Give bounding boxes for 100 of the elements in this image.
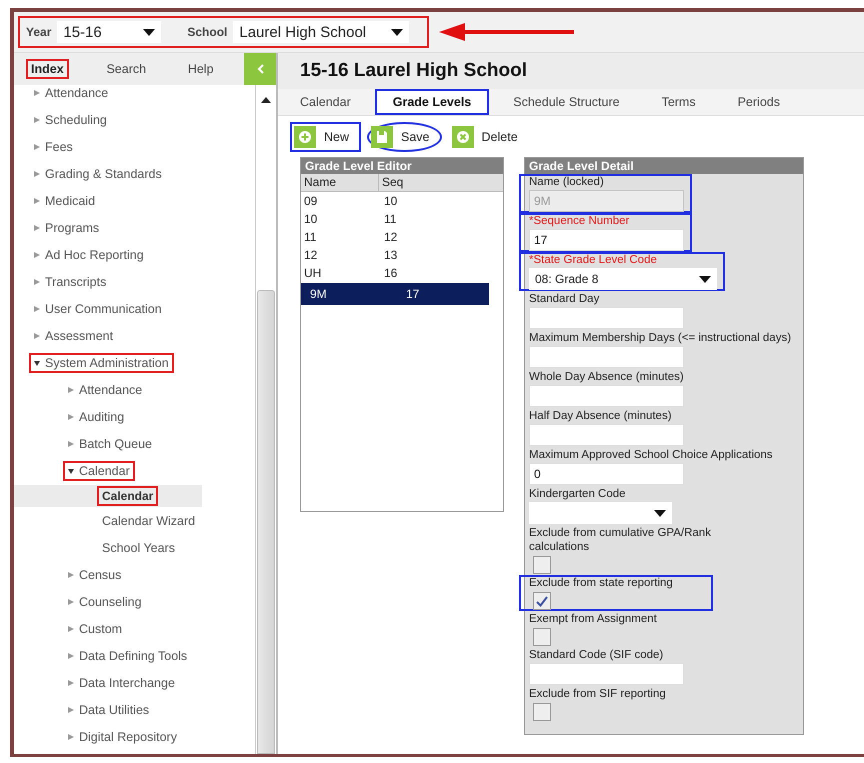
highlight-frame: Calendar — [97, 486, 158, 506]
caret-right-icon — [68, 386, 74, 392]
nav-item[interactable]: Attendance — [14, 376, 255, 403]
checkbox[interactable] — [533, 556, 551, 574]
delete-button[interactable]: Delete — [448, 122, 530, 152]
input-field[interactable] — [529, 346, 684, 368]
nav-item[interactable]: Calendar — [14, 457, 255, 484]
caret-right-icon — [34, 170, 40, 176]
tab[interactable]: Terms — [644, 89, 714, 115]
select-field[interactable]: 08: Grade 8 — [529, 268, 717, 290]
checkbox[interactable] — [533, 703, 551, 721]
caret-right-icon — [34, 306, 40, 312]
nav-item[interactable]: User Communication — [14, 295, 255, 322]
nav-item[interactable]: Scheduling — [14, 106, 255, 133]
scrollbar[interactable] — [255, 85, 276, 754]
field-label: Half Day Absence (minutes) — [529, 409, 672, 423]
nav-item[interactable]: Calendar Wizard — [14, 507, 255, 534]
field-label: Name (locked) — [529, 175, 604, 189]
nav-item[interactable]: Assessment — [14, 322, 255, 349]
select-field[interactable] — [529, 502, 672, 524]
nav-item[interactable]: Ad Hoc Reporting — [14, 241, 255, 268]
caret-icon — [699, 276, 711, 282]
circle-x-icon — [452, 126, 474, 148]
nav-item[interactable]: School Years — [14, 534, 255, 561]
nav-item[interactable]: Batch Queue — [14, 430, 255, 457]
caret-right-icon — [34, 278, 40, 284]
caret-right-icon — [34, 90, 40, 96]
input-field[interactable]: 17 — [529, 229, 684, 251]
sidebar-tab[interactable]: Help — [170, 59, 244, 79]
collapse-button[interactable] — [244, 53, 276, 85]
caret-right-icon — [34, 116, 40, 122]
column-header: Name — [301, 174, 379, 191]
caret-icon — [654, 510, 666, 516]
caret-down-icon — [68, 468, 74, 474]
tab[interactable]: Periods — [720, 89, 798, 115]
table-row[interactable]: 09 10 — [301, 192, 503, 210]
caret-right-icon — [34, 332, 40, 338]
checkbox[interactable] — [533, 592, 551, 610]
table-row[interactable]: 9M 17 — [301, 283, 489, 305]
highlight-frame: System Administration — [29, 352, 174, 372]
caret-right-icon — [68, 706, 74, 712]
field-label: Exclude from cumulative GPA/Rank calculations — [529, 526, 712, 554]
new-button[interactable]: New — [290, 122, 362, 152]
input-field[interactable] — [529, 663, 684, 685]
input-field[interactable]: 0 — [529, 463, 684, 485]
nav-item[interactable]: Digital Repository — [14, 723, 255, 750]
checkbox[interactable] — [533, 628, 551, 646]
nav-item[interactable]: Counseling — [14, 588, 255, 615]
tab[interactable]: Grade Levels — [374, 89, 490, 115]
nav-item[interactable]: Auditing — [14, 403, 255, 430]
caret-right-icon — [68, 734, 74, 740]
field-label: *State Grade Level Code — [529, 253, 657, 267]
sidebar-tab[interactable]: Search — [87, 59, 171, 79]
table-row[interactable]: 12 13 — [301, 246, 503, 264]
field-label: Exclude from state reporting — [529, 576, 673, 590]
nav-item[interactable]: Data Defining Tools — [14, 642, 255, 669]
panel-title: Grade Level Detail — [525, 158, 803, 174]
caret-right-icon — [34, 224, 40, 230]
table-row[interactable]: UH 16 — [301, 264, 503, 282]
nav-item[interactable]: Medicaid — [14, 187, 255, 214]
chevron-left-icon — [256, 64, 264, 74]
nav-item[interactable]: Data Interchange — [14, 669, 255, 696]
select-field[interactable]: 15-16 — [57, 21, 162, 43]
nav-item[interactable]: Custom — [14, 615, 255, 642]
tab[interactable]: Schedule Structure — [495, 89, 638, 115]
plus-icon — [294, 126, 316, 148]
field-label: Exempt from Assignment — [529, 612, 657, 626]
table-row[interactable]: 10 11 — [301, 210, 503, 228]
sidebar-tab[interactable]: Index — [14, 59, 88, 79]
table-row[interactable]: 11 12 — [301, 228, 503, 246]
input-field[interactable] — [529, 307, 684, 329]
field-label: *Sequence Number — [529, 214, 630, 228]
tab[interactable]: Calendar — [282, 89, 369, 115]
caret-icon — [391, 28, 404, 36]
scroll-thumb[interactable] — [257, 290, 275, 754]
scroll-up-icon — [261, 97, 271, 103]
nav-item[interactable]: Attendance — [14, 79, 255, 106]
caret-down-icon — [34, 360, 40, 366]
caret-right-icon — [34, 144, 40, 150]
nav-item[interactable]: Calendar — [14, 485, 202, 507]
column-header: Seq — [381, 174, 404, 191]
nav-item[interactable]: System Administration — [14, 349, 255, 376]
select-field[interactable]: Laurel High School — [233, 21, 410, 43]
nav-item[interactable]: Programs — [14, 214, 255, 241]
caret-icon — [143, 28, 156, 36]
input-field[interactable] — [529, 385, 684, 407]
field-label: Standard Code (SIF code) — [529, 648, 664, 662]
nav-item[interactable]: Grading & Standards — [14, 160, 255, 187]
field-label: School — [187, 25, 228, 39]
caret-right-icon — [68, 414, 74, 420]
caret-right-icon — [68, 626, 74, 632]
nav-item[interactable]: Data Utilities — [14, 696, 255, 723]
nav-item[interactable]: Transcripts — [14, 268, 255, 295]
input-field[interactable] — [529, 424, 684, 446]
caret-right-icon — [68, 652, 74, 658]
caret-right-icon — [68, 680, 74, 686]
nav-item[interactable]: Fees — [14, 133, 255, 160]
save-button[interactable]: Save — [367, 122, 442, 152]
nav-item[interactable]: Census — [14, 561, 255, 588]
checkmark-icon — [536, 596, 548, 606]
